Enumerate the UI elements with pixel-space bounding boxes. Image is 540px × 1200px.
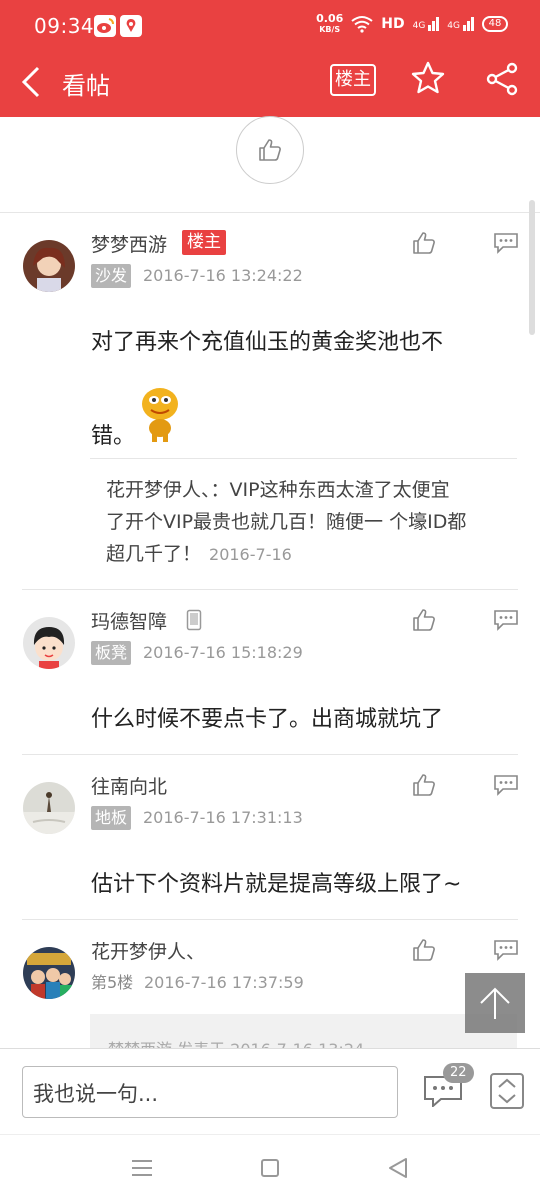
post-divider (22, 919, 518, 920)
back-icon[interactable] (18, 62, 48, 102)
page-title: 看帖 (62, 72, 110, 100)
post-content: 什么时候不要点卡了。出商城就坑了 (91, 707, 444, 732)
reply-bubble-icon[interactable] (493, 939, 519, 961)
hd-label: HD (381, 16, 405, 32)
signal-2: 4G (447, 17, 474, 31)
avatar[interactable] (23, 240, 75, 292)
reply-bar: 我也说一句... 22 (0, 1048, 540, 1134)
thumbs-up-icon[interactable] (411, 937, 437, 963)
scrollbar[interactable] (529, 200, 535, 335)
post-content: 估计下个资料片就是提高等级上限了~ (91, 872, 462, 897)
emoji-sticker (142, 388, 179, 442)
system-nav-bar (0, 1134, 540, 1200)
status-time: 09:34 (34, 14, 95, 38)
quoted-reply[interactable]: 花开梦伊人、：VIP这种东西太渣了太便宜 了开个VIP最贵也就几百！随便一 个壕… (90, 474, 517, 571)
signal-1: 4G (413, 17, 440, 31)
share-icon[interactable] (485, 62, 519, 96)
wifi-icon (351, 16, 373, 33)
floor-label: 第5楼 (91, 973, 134, 992)
quote-divider (90, 458, 517, 459)
reply-input[interactable]: 我也说一句... (22, 1066, 398, 1118)
post-time: 2016-7-16 13:24:22 (143, 266, 303, 285)
reply-bubble-icon[interactable] (493, 774, 519, 796)
comment-count-badge: 22 (443, 1063, 474, 1083)
avatar[interactable] (23, 617, 75, 669)
app-header: 看帖 楼主 (0, 52, 540, 117)
username[interactable]: 玛德智障 (91, 607, 167, 634)
post-content: 对了再来个充值仙玉的黄金奖池也不 错。 (91, 330, 444, 449)
weibo-notification-icon (94, 15, 116, 37)
section-divider (0, 212, 540, 213)
thumbs-up-icon[interactable] (411, 772, 437, 798)
avatar[interactable] (23, 947, 75, 999)
reply-bubble-icon[interactable] (493, 609, 519, 631)
username[interactable]: 梦梦西游 (91, 230, 167, 257)
floor-badge: 地板 (91, 806, 132, 830)
louzhu-only-button[interactable]: 楼主 (330, 64, 376, 96)
map-notification-icon (120, 15, 142, 37)
status-bar: 09:34 0.06 KB/S HD 4G 4G 48 (0, 0, 540, 52)
back-to-top-button[interactable] (465, 973, 525, 1033)
post-divider (22, 754, 518, 755)
username[interactable]: 花开梦伊人、 (91, 937, 205, 964)
home-square-icon[interactable] (258, 1157, 282, 1179)
avatar[interactable] (23, 782, 75, 834)
post-time: 2016-7-16 17:31:13 (143, 808, 303, 827)
username[interactable]: 往南向北 (91, 772, 167, 799)
reply-bubble-icon[interactable] (493, 232, 519, 254)
star-icon[interactable] (410, 60, 446, 96)
menu-icon[interactable] (130, 1157, 154, 1179)
thumbs-up-icon[interactable] (411, 230, 437, 256)
louzhu-badge: 楼主 (182, 230, 226, 255)
floor-badge: 板凳 (91, 641, 132, 665)
post-time: 2016-7-16 17:37:59 (144, 973, 304, 992)
thumbs-up-icon (259, 139, 281, 161)
net-speed: 0.06 KB/S (316, 12, 344, 34)
post-time: 2016-7-16 15:18:29 (143, 643, 303, 662)
quoted-reply-preview[interactable]: 梦梦西游 发表于 2016-7-16 13:24 (90, 1014, 517, 1050)
arrow-up-icon (480, 987, 510, 1019)
mobile-device-icon (186, 609, 202, 631)
floor-badge: 沙发 (91, 264, 132, 288)
post-divider (22, 589, 518, 590)
page-jump-button[interactable] (490, 1073, 524, 1109)
battery-indicator: 48 (482, 16, 508, 32)
up-down-arrows-icon (498, 1078, 516, 1104)
back-triangle-icon[interactable] (386, 1157, 410, 1179)
thread-like-button[interactable] (236, 116, 304, 184)
thumbs-up-icon[interactable] (411, 607, 437, 633)
